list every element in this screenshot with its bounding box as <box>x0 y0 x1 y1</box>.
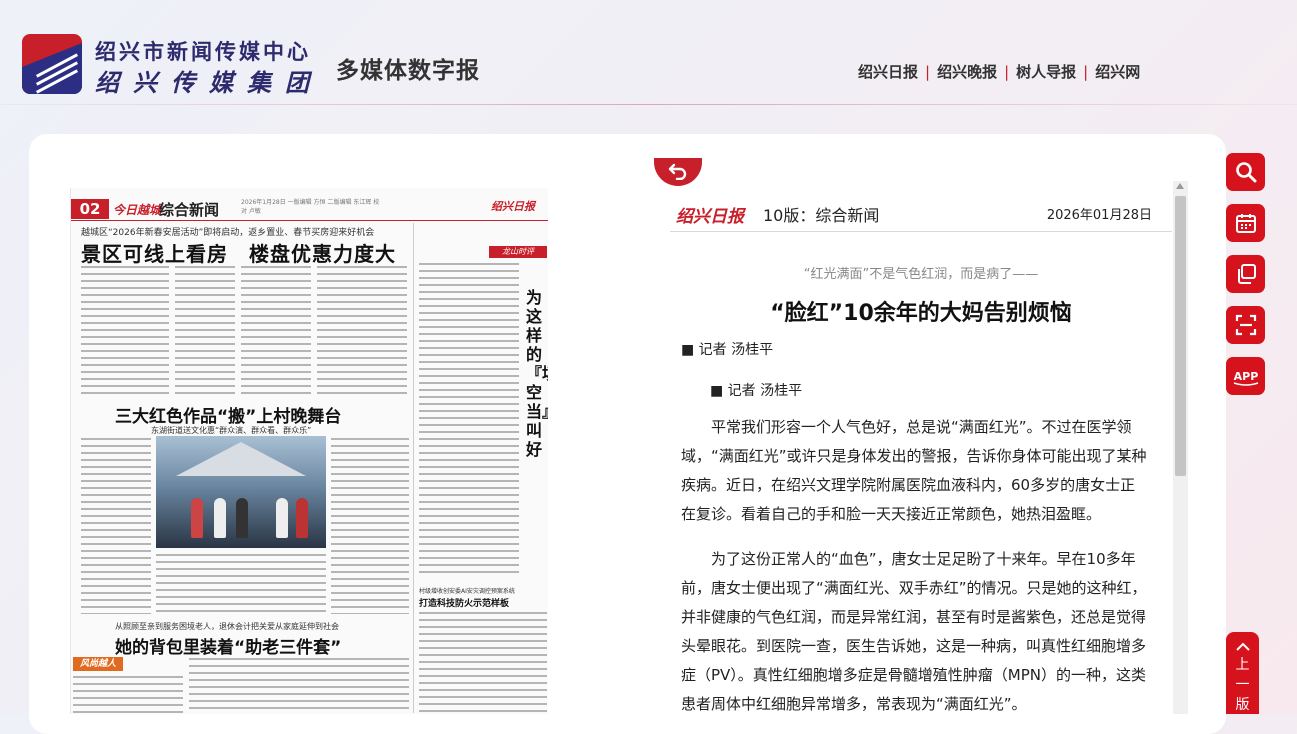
column-divider <box>413 223 414 713</box>
article-title: “脸红”10余年的大妈告别烦恼 <box>770 301 1072 326</box>
page-meta: 2026年1月28日 一版编辑 方恒 二版编辑 东江辉 校对 卢敏 <box>241 199 380 215</box>
org-name: 绍兴市新闻传媒中心 <box>95 39 311 64</box>
page-label: 10版：综合新闻 <box>763 206 880 225</box>
text-column[interactable] <box>331 438 409 614</box>
site-title: 多媒体数字报 <box>336 58 480 84</box>
paper-logo: 绍兴日报 <box>676 207 744 227</box>
text-column[interactable] <box>73 676 183 714</box>
commentary-headline[interactable]: 为这样的『填空当』叫好 <box>526 288 548 459</box>
article-kicker[interactable]: 越城区“2026年新春安居活动”即将启动，返乡置业、春节买房迎来好机会 <box>81 225 374 238</box>
scrollbar-thumb[interactable] <box>1175 196 1186 476</box>
return-arrow-icon <box>668 163 687 180</box>
article-headline[interactable]: 她的背包里装着“助老三件套” <box>115 633 341 658</box>
copy-button[interactable] <box>1226 255 1265 293</box>
text-column[interactable] <box>419 263 519 573</box>
nav-link-shaoxing-daily[interactable]: 绍兴日报 <box>858 61 918 82</box>
scan-icon <box>1235 314 1256 336</box>
page-number: 02 <box>71 199 109 219</box>
org-group-name: 绍兴传媒集团 <box>95 68 323 97</box>
article-kicker[interactable]: 从照顾至亲到服务困境老人，退休会计把关爱从家庭延伸到社会 <box>115 621 339 632</box>
nav-link-shaoxing-net[interactable]: 绍兴网 <box>1095 61 1140 82</box>
app-icon: APP <box>1233 370 1258 386</box>
text-column[interactable] <box>81 266 169 394</box>
article-subheadline[interactable]: 东湖街道送文化惠“群众演、群众看、群众乐” <box>151 425 311 436</box>
nav-separator: | <box>1004 62 1010 81</box>
chevron-up-icon <box>1235 642 1250 651</box>
page-brand: 今日越城 <box>113 203 162 217</box>
article-reader: 绍兴日报 10版：综合新闻 2026年01月28日 “红光满面”不是气色红润，而… <box>670 194 1172 714</box>
scan-button[interactable] <box>1226 306 1265 344</box>
scroll-up-arrow-icon[interactable] <box>1176 183 1184 189</box>
commentary-tag: 龙山时评 <box>489 246 547 258</box>
text-column[interactable] <box>175 266 235 394</box>
article-intro: “红光满面”不是气色红润，而是病了—— <box>803 267 1039 282</box>
news-photo[interactable] <box>156 436 326 548</box>
search-button[interactable] <box>1226 153 1265 191</box>
article-kicker[interactable]: 村级增收创安委AI安灾调控预案系统 <box>419 586 547 595</box>
copy-icon <box>1237 264 1256 284</box>
logo-icon <box>22 34 82 94</box>
text-column[interactable] <box>241 266 311 394</box>
issue-date: 2026年01月28日 <box>1046 208 1152 223</box>
text-column[interactable] <box>189 658 409 714</box>
page-section: 综合新闻 <box>159 201 220 219</box>
article-author: ■ 记者 汤桂平 <box>710 383 803 399</box>
article-headline[interactable]: 三大红色作品“搬”上村晚舞台 <box>115 402 341 427</box>
search-icon <box>1235 162 1256 183</box>
text-column[interactable] <box>419 612 547 712</box>
page-masthead: 绍兴日报 <box>491 200 535 213</box>
text-column[interactable] <box>317 266 407 394</box>
header-divider <box>0 104 1297 105</box>
previous-page-label: 上一版 <box>1235 657 1250 713</box>
app-label: APP <box>1233 370 1258 383</box>
article-paragraph: 为了这份正常人的“血色”，唐女士足足盼了十来年。早在10多年前，唐女士便出现了“… <box>681 550 1147 713</box>
column-tag: 风尚越人 <box>73 657 123 671</box>
article-headline[interactable]: 景区可线上看房 楼盘优惠力度大 <box>81 238 396 267</box>
app-button[interactable]: APP <box>1226 357 1265 395</box>
nav-separator: | <box>925 62 931 81</box>
calendar-button[interactable] <box>1226 204 1265 242</box>
newspaper-page-thumbnail[interactable]: 02 今日越城 综合新闻 2026年1月28日 一版编辑 方恒 二版编辑 东江辉… <box>70 188 548 714</box>
previous-page-button[interactable]: 上一版 <box>1226 632 1259 714</box>
article-toolbar: 绍兴日报 10版：综合新闻 2026年01月28日 <box>670 194 1172 232</box>
text-column[interactable] <box>81 438 151 614</box>
text-column[interactable] <box>156 554 326 614</box>
nav-link-shuren-guide[interactable]: 树人导报 <box>1016 61 1076 82</box>
nav-separator: | <box>1083 62 1089 81</box>
article-author: ■ 记者 汤桂平 <box>681 342 774 358</box>
calendar-icon <box>1235 214 1256 233</box>
article-headline[interactable]: 打造科技防火示范样板 <box>419 596 547 609</box>
page-rule <box>71 220 548 221</box>
article-paragraph: 平常我们形容一个人气色好，总是说“满面红光”。不过在医学领域，“满面红光”或许只… <box>681 418 1147 523</box>
top-nav: 绍兴日报 | 绍兴晚报 | 树人导报 | 绍兴网 <box>858 61 1140 82</box>
nav-link-shaoxing-evening[interactable]: 绍兴晚报 <box>937 61 997 82</box>
